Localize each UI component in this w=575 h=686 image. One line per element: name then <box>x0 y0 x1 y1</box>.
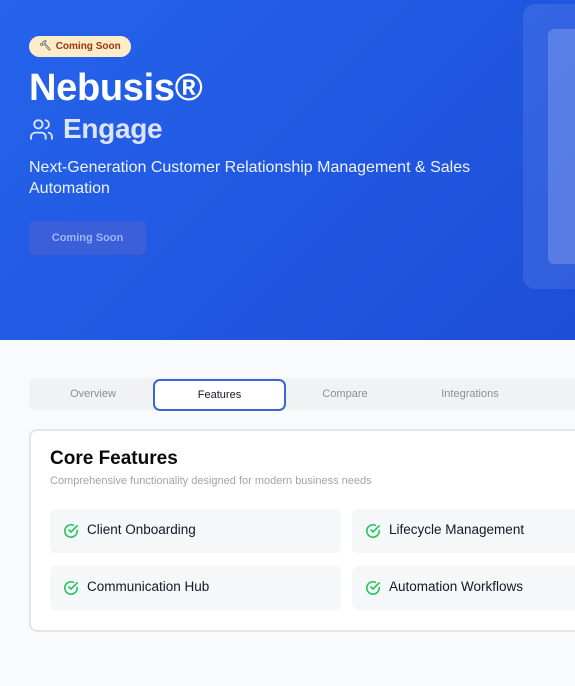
tab-bar: Overview Features Compare Integrations <box>29 378 575 411</box>
check-circle-icon <box>366 524 380 538</box>
panel-subtitle: Comprehensive functionality designed for… <box>50 475 372 487</box>
check-circle-icon <box>64 524 78 538</box>
tab-compare[interactable]: Compare <box>281 378 409 410</box>
product-heading: Engage <box>29 112 163 146</box>
feature-label: Communication Hub <box>87 579 210 594</box>
feature-card: Lifecycle Management <box>352 509 575 553</box>
product-name: Engage <box>63 113 163 144</box>
feature-card: Client Onboarding <box>50 509 341 553</box>
feature-label: Lifecycle Management <box>389 522 525 537</box>
brand-title: Nebusis® <box>29 67 203 109</box>
check-circle-icon <box>64 581 78 595</box>
feature-card: Communication Hub <box>50 566 341 610</box>
hammer-icon: 🔨︎ <box>39 40 52 52</box>
coming-soon-badge: 🔨︎ Coming Soon <box>29 36 131 57</box>
check-circle-icon <box>366 581 380 595</box>
panel-title: Core Features <box>50 448 178 469</box>
hero-preview-panel <box>548 29 575 264</box>
feature-label: Automation Workflows <box>389 579 524 594</box>
hero-tagline: Next-Generation Customer Relationship Ma… <box>29 159 471 197</box>
tab-overview[interactable]: Overview <box>29 378 157 410</box>
feature-card: Automation Workflows <box>352 566 575 610</box>
tab-features[interactable]: Features <box>153 379 286 411</box>
feature-label: Client Onboarding <box>87 522 196 537</box>
core-features-panel: Core Features Comprehensive functionalit… <box>29 429 575 632</box>
badge-label: Coming Soon <box>55 41 121 52</box>
users-icon <box>30 118 53 140</box>
hero-section: 🔨︎ Coming Soon Nebusis® Engage Next-Gene… <box>0 0 575 340</box>
coming-soon-button[interactable]: Coming Soon <box>29 221 146 255</box>
tab-integrations[interactable]: Integrations <box>406 378 534 410</box>
